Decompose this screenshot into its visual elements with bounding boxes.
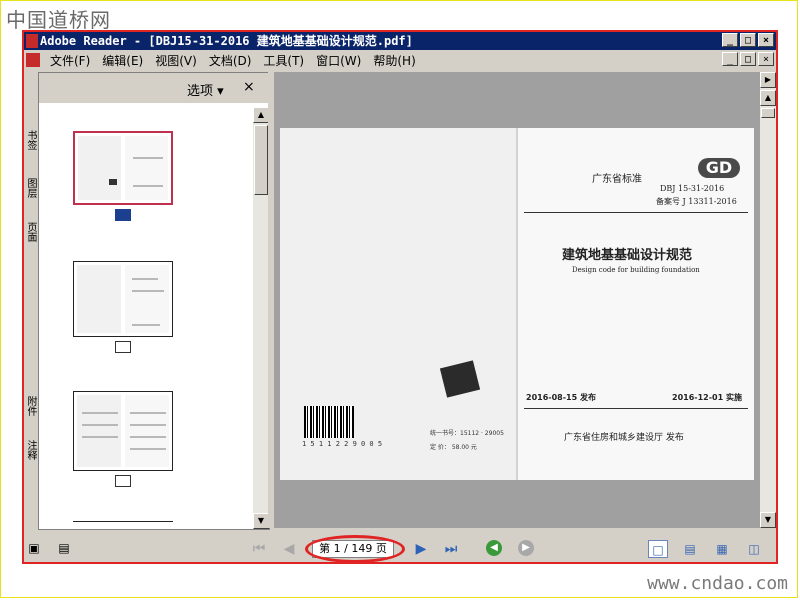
page-layout-toggle-icon[interactable]: ▣ [26,540,42,556]
doc-scroll-up-arrow-icon[interactable]: ▲ [760,90,776,106]
title-bar[interactable]: Adobe Reader - [DBJ15-31-2016 建筑地基基础设计规范… [24,32,776,50]
continuous-facing-view-icon[interactable]: ▦ [712,540,732,558]
page-thumbnail-3[interactable] [73,391,173,471]
doc-close-button[interactable]: × [758,52,774,66]
page-thumbnail-2[interactable] [73,261,173,337]
page-thumb-label-1 [115,209,131,221]
page-thumbnail-4-edge [73,521,173,522]
single-page-view-icon[interactable]: □ [648,540,668,558]
standard-category: 广东省标准 [592,174,642,185]
document-scrollbar[interactable]: ▶ ▲ ▼ [760,72,776,528]
reader-window: Adobe Reader - [DBJ15-31-2016 建筑地基基础设计规范… [22,30,778,564]
last-page-icon[interactable]: ⏭ [442,540,460,558]
maximize-button[interactable]: □ [740,33,756,47]
menu-window[interactable]: 窗口(W) [310,52,367,69]
page-thumb-label-3 [115,475,131,487]
scroll-up-arrow-icon[interactable]: ▲ [253,107,269,123]
book-price: 定 价： 58.00 元 [430,444,477,451]
barcode-icon [304,406,354,438]
site-watermark-bottom: www.cndao.com [647,573,788,594]
front-cover-page: 广东省标准 GD DBJ 15-31-2016 备案号 J 13311-2016… [518,128,754,480]
side-tab-strip: 书签 图层 页面 附件 注释 [24,72,36,528]
back-cover-page: 1 5 1 1 2 2 9 0 0 5 统一书号：15112 · 29005 定… [280,128,516,480]
doc-restore-button[interactable]: □ [740,52,756,66]
implementation-date: 2016-12-01 实施 [672,393,742,402]
doc-scrollbar-thumb[interactable] [761,108,775,118]
tab-pages[interactable]: 页面 [24,222,36,242]
window-title: Adobe Reader - [DBJ15-31-2016 建筑地基基础设计规范… [40,34,413,48]
doc-icon [26,53,40,67]
issuing-authority: 广东省住房和城乡建设厅 发布 [564,433,684,443]
tab-attachments[interactable]: 附件 [24,396,36,416]
thumbnail-header: 选项 ▾ × [39,73,269,103]
menu-tools[interactable]: 工具(T) [257,52,310,69]
status-bar: ▣ ▤ ⏮ ◀ 第 1 / 149 页 ▶ ⏭ ◀ ▶ □ ▤ ▦ ◫ [24,535,776,563]
document-view[interactable]: 1 5 1 1 2 2 9 0 0 5 统一书号：15112 · 29005 定… [274,72,760,528]
close-pane-icon[interactable]: × [243,79,255,95]
doc-scroll-right-arrow-icon[interactable]: ▶ [760,72,776,88]
page-thumb-label-2 [115,341,131,353]
standard-code: DBJ 15-31-2016 [660,184,725,193]
issue-date: 2016-08-15 发布 [526,393,596,402]
doc-minimize-button[interactable]: _ [722,52,738,66]
stamp-icon [439,360,481,398]
scrollbar-thumb[interactable] [254,125,268,195]
site-watermark-top: 中国道桥网 [6,8,111,32]
go-back-icon[interactable]: ◀ [486,540,502,556]
first-page-icon[interactable]: ⏮ [250,540,268,558]
go-forward-icon[interactable]: ▶ [518,540,534,556]
thumbnail-scrollbar[interactable]: ▲ ▼ [253,107,269,529]
book-number: 统一书号：15112 · 29005 [430,430,504,437]
annotation-circle [305,535,405,563]
next-page-icon[interactable]: ▶ [412,540,430,558]
tab-bookmarks[interactable]: 书签 [24,130,36,150]
menu-view[interactable]: 视图(V) [149,52,203,69]
doc-scroll-down-arrow-icon[interactable]: ▼ [760,512,776,528]
tab-comments[interactable]: 注释 [24,440,36,460]
menu-bar: 文件(F) 编辑(E) 视图(V) 文档(D) 工具(T) 窗口(W) 帮助(H… [24,50,776,70]
page-spread: 1 5 1 1 2 2 9 0 0 5 统一书号：15112 · 29005 定… [280,128,754,480]
gd-logo: GD [698,158,740,178]
menu-edit[interactable]: 编辑(E) [96,52,149,69]
menu-document[interactable]: 文档(D) [203,52,258,69]
page-thumbnail-1[interactable] [73,131,173,205]
page-size-icon[interactable]: ▤ [56,540,72,556]
close-button[interactable]: × [758,33,774,47]
continuous-view-icon[interactable]: ▤ [680,540,700,558]
options-dropdown[interactable]: 选项 ▾ [187,80,224,99]
previous-page-icon[interactable]: ◀ [280,540,298,558]
facing-view-icon[interactable]: ◫ [744,540,764,558]
menu-help[interactable]: 帮助(H) [367,52,421,69]
record-number: 备案号 J 13311-2016 [656,197,737,206]
app-icon [26,34,38,48]
minimize-button[interactable]: _ [722,33,738,47]
document-title-en: Design code for building foundation [572,266,700,274]
menu-file[interactable]: 文件(F) [44,52,96,69]
document-title-cn: 建筑地基基础设计规范 [562,248,693,263]
barcode-number: 1 5 1 1 2 2 9 0 0 5 [302,440,383,448]
scroll-down-arrow-icon[interactable]: ▼ [253,513,269,529]
tab-layers[interactable]: 图层 [24,178,36,198]
thumbnail-pane: 选项 ▾ × ▲ ▼ [38,72,270,530]
